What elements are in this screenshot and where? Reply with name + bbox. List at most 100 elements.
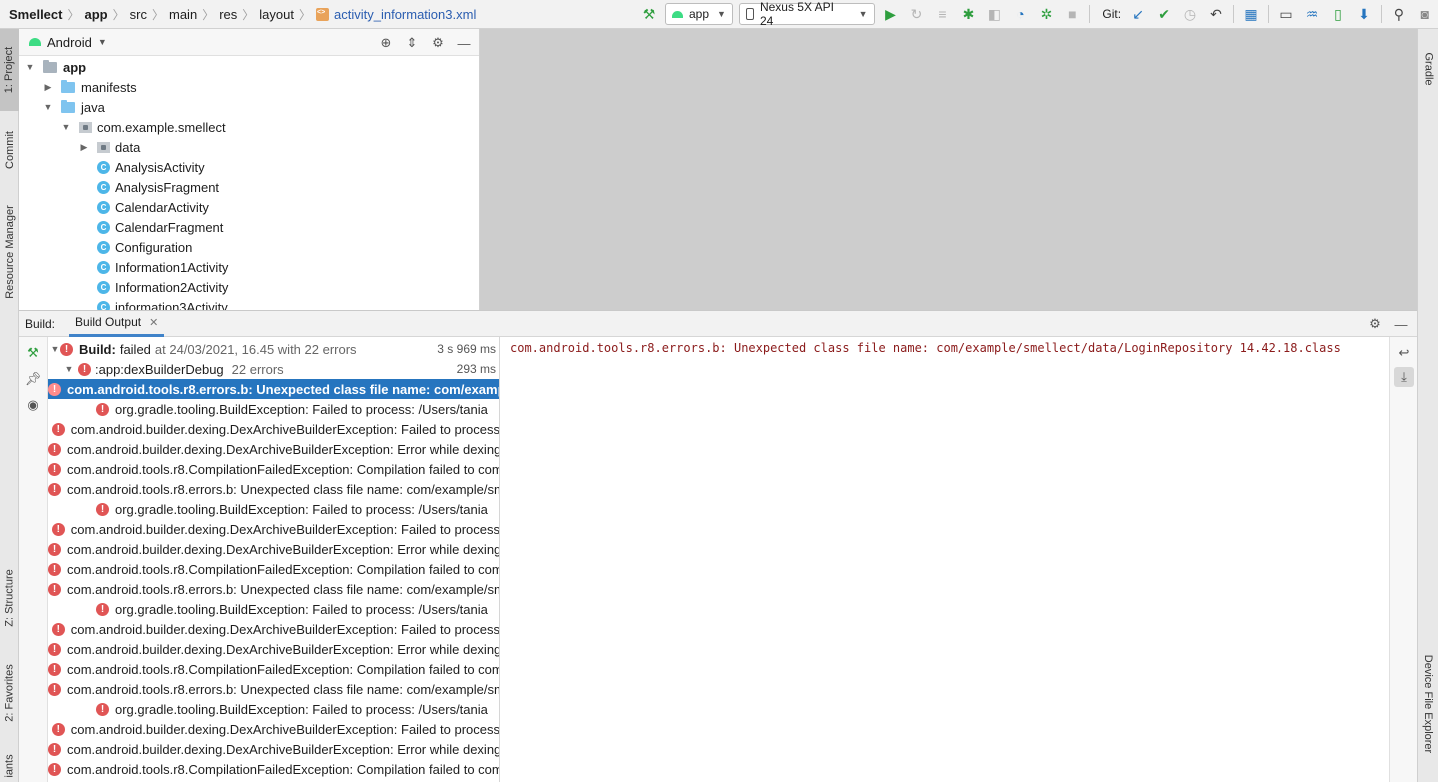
build-error-row[interactable]: ! org.gradle.tooling.BuildException: Fail… <box>48 499 499 519</box>
tool-tab-device-file-explorer[interactable]: Device File Explorer <box>1418 641 1438 767</box>
locate-button[interactable]: ⊕ <box>376 33 396 53</box>
git-rollback-button[interactable]: ↶ <box>1205 3 1227 25</box>
build-error-row[interactable]: ! com.android.builder.dexing.DexArchiveBu… <box>48 539 499 559</box>
device-select[interactable]: Nexus 5X API 24 ▼ <box>738 0 875 28</box>
tool-tab-structure[interactable]: Z: Structure <box>0 555 19 641</box>
tool-tab-structure-label: Z: Structure <box>3 569 16 627</box>
breadcrumb-item-layout[interactable]: layout <box>254 7 299 22</box>
chevron-right-icon[interactable]: ▶ <box>41 82 55 93</box>
project-tree-item[interactable]: C CalendarFragment <box>19 217 479 237</box>
breadcrumb-item-module[interactable]: app <box>80 7 113 22</box>
breadcrumb-item-main[interactable]: main <box>164 7 202 22</box>
run-configuration-select[interactable]: app ▼ <box>664 3 733 25</box>
project-tree-item[interactable]: C Information1Activity <box>19 257 479 277</box>
chevron-down-icon[interactable]: ▼ <box>41 102 55 112</box>
build-error-row[interactable]: ! com.android.tools.r8.errors.b: Unexpect… <box>48 379 499 399</box>
main-toolbar: ⚒ app ▼ Nexus 5X API 24 ▼ ▶ ↻ ≡ ✱ ◧ ◔ ✲ … <box>636 0 1438 28</box>
build-error-row[interactable]: ! com.android.tools.r8.errors.b: Unexpect… <box>48 679 499 699</box>
breadcrumb-item-res[interactable]: res <box>214 7 242 22</box>
chevron-right-icon: 〉 <box>67 7 80 22</box>
build-error-row[interactable]: ! com.android.builder.dexing.DexArchiveBu… <box>48 639 499 659</box>
tool-tab-resource-manager[interactable]: Resource Manager <box>0 197 19 307</box>
build-error-row[interactable]: ! com.android.builder.dexing.DexArchiveBu… <box>48 719 499 739</box>
rebuild-button[interactable]: ⚒ <box>23 343 43 363</box>
account-button[interactable]: ◙ <box>1414 3 1436 25</box>
debug-button[interactable]: ✱ <box>957 3 979 25</box>
project-tree-item[interactable]: ▶ data <box>19 137 479 157</box>
tool-tab-build-variants[interactable]: iants <box>0 751 19 781</box>
build-error-row[interactable]: ! com.android.tools.r8.CompilationFailedE… <box>48 559 499 579</box>
project-tree-item[interactable]: C AnalysisFragment <box>19 177 479 197</box>
project-tree-item[interactable]: ▼ com.example.smellect <box>19 117 479 137</box>
breadcrumb-item-file[interactable]: activity_information3.xml <box>311 7 481 22</box>
chevron-down-icon[interactable]: ▼ <box>62 364 76 374</box>
scroll-to-end-button[interactable]: ⤓ <box>1394 367 1414 387</box>
apply-code-changes-button[interactable]: ≡ <box>932 3 954 25</box>
make-project-button[interactable]: ⚒ <box>638 3 660 25</box>
project-tree-item[interactable]: ▼ app <box>19 57 479 77</box>
build-error-row[interactable]: ! com.android.builder.dexing.DexArchiveBu… <box>48 419 499 439</box>
build-error-row[interactable]: ! org.gradle.tooling.BuildException: Fail… <box>48 699 499 719</box>
project-tree-item[interactable]: C Configuration <box>19 237 479 257</box>
build-error-row[interactable]: ! com.android.tools.r8.errors.b: Unexpect… <box>48 579 499 599</box>
avd-manager-button[interactable]: ▯ <box>1327 3 1349 25</box>
chevron-down-icon[interactable]: ▼ <box>59 122 73 132</box>
build-error-row[interactable]: ! com.android.tools.r8.CompilationFailedE… <box>48 659 499 679</box>
build-error-row[interactable]: ! com.android.builder.dexing.DexArchiveBu… <box>48 619 499 639</box>
class-icon: C <box>97 300 110 310</box>
editor-area[interactable] <box>480 29 1417 310</box>
build-error-row[interactable]: ! com.android.builder.dexing.DexArchiveBu… <box>48 739 499 759</box>
close-icon[interactable]: ✕ <box>149 316 158 329</box>
project-tree-item[interactable]: C CalendarActivity <box>19 197 479 217</box>
breadcrumb-item-src[interactable]: src <box>125 7 152 22</box>
build-error-row[interactable]: ! com.android.tools.r8.errors.b: Unexpect… <box>48 479 499 499</box>
build-error-row[interactable]: ! org.gradle.tooling.BuildException: Fail… <box>48 399 499 419</box>
show-warnings-button[interactable]: ◉ <box>23 395 43 415</box>
build-settings-button[interactable]: ⚙ <box>1365 314 1385 334</box>
build-task-row[interactable]: ▼ ! :app:dexBuilderDebug 22 errors 293 m… <box>48 359 499 379</box>
gradle-sync-button[interactable]: ♒ <box>1301 3 1323 25</box>
chevron-down-icon[interactable]: ▼ <box>23 62 37 72</box>
project-view-select[interactable]: Android ▼ <box>19 35 107 50</box>
error-icon: ! <box>48 582 61 596</box>
breadcrumb-item-project[interactable]: Smellect <box>4 7 67 22</box>
build-error-row[interactable]: ! com.android.builder.dexing.DexArchiveBu… <box>48 519 499 539</box>
panel-settings-button[interactable]: ⚙ <box>428 33 448 53</box>
build-error-row[interactable]: ! com.android.tools.r8.CompilationFailedE… <box>48 759 499 779</box>
stop-button[interactable]: ■ <box>1061 3 1083 25</box>
sdk-manager-button[interactable]: ⬇ <box>1353 3 1375 25</box>
coverage-button[interactable]: ◧ <box>983 3 1005 25</box>
apply-changes-button[interactable]: ↻ <box>906 3 928 25</box>
soft-wrap-button[interactable]: ↩ <box>1394 343 1414 363</box>
project-tree-item[interactable]: Cinformation3Activity <box>19 297 479 310</box>
run-button[interactable]: ▶ <box>880 3 902 25</box>
tool-tab-project[interactable]: 1: Project <box>0 29 19 111</box>
tool-tab-gradle[interactable]: Gradle <box>1418 39 1438 99</box>
tool-tab-favorites[interactable]: 2: Favorites <box>0 651 19 735</box>
build-hide-button[interactable]: — <box>1391 314 1411 334</box>
project-tree-item[interactable]: C Information2Activity <box>19 277 479 297</box>
build-root-row[interactable]: ▼ ! Build: failed at 24/03/2021, 16.45 w… <box>48 339 499 359</box>
project-structure-button[interactable]: ▦ <box>1240 3 1262 25</box>
chevron-right-icon[interactable]: ▶ <box>77 142 91 153</box>
build-error-row[interactable]: ! org.gradle.tooling.BuildException: Fail… <box>48 599 499 619</box>
hide-panel-button[interactable]: — <box>454 33 474 53</box>
collapse-all-button[interactable]: ⇕ <box>402 33 422 53</box>
pin-tab-button[interactable]: 📌︎ <box>23 369 43 389</box>
git-update-button[interactable]: ↙ <box>1127 3 1149 25</box>
tool-tab-commit[interactable]: Commit <box>0 117 19 183</box>
gear-icon: ⚙ <box>1369 316 1381 331</box>
profile-button[interactable]: ◔ <box>1009 3 1031 25</box>
project-tree-item[interactable]: ▶ manifests <box>19 77 479 97</box>
project-tree-item[interactable]: ▼ java <box>19 97 479 117</box>
layout-inspector-button[interactable]: ▭ <box>1275 3 1297 25</box>
build-console[interactable]: com.android.tools.r8.errors.b: Unexpecte… <box>500 337 1389 782</box>
git-history-button[interactable]: ◷ <box>1179 3 1201 25</box>
tab-build-output[interactable]: Build Output ✕ <box>69 311 165 337</box>
attach-debugger-button[interactable]: ✲ <box>1035 3 1057 25</box>
search-everywhere-button[interactable]: ⚲ <box>1388 3 1410 25</box>
git-commit-button[interactable]: ✔ <box>1153 3 1175 25</box>
build-error-row[interactable]: ! com.android.builder.dexing.DexArchiveBu… <box>48 439 499 459</box>
build-error-row[interactable]: ! com.android.tools.r8.CompilationFailedE… <box>48 459 499 479</box>
project-tree-item[interactable]: C AnalysisActivity <box>19 157 479 177</box>
